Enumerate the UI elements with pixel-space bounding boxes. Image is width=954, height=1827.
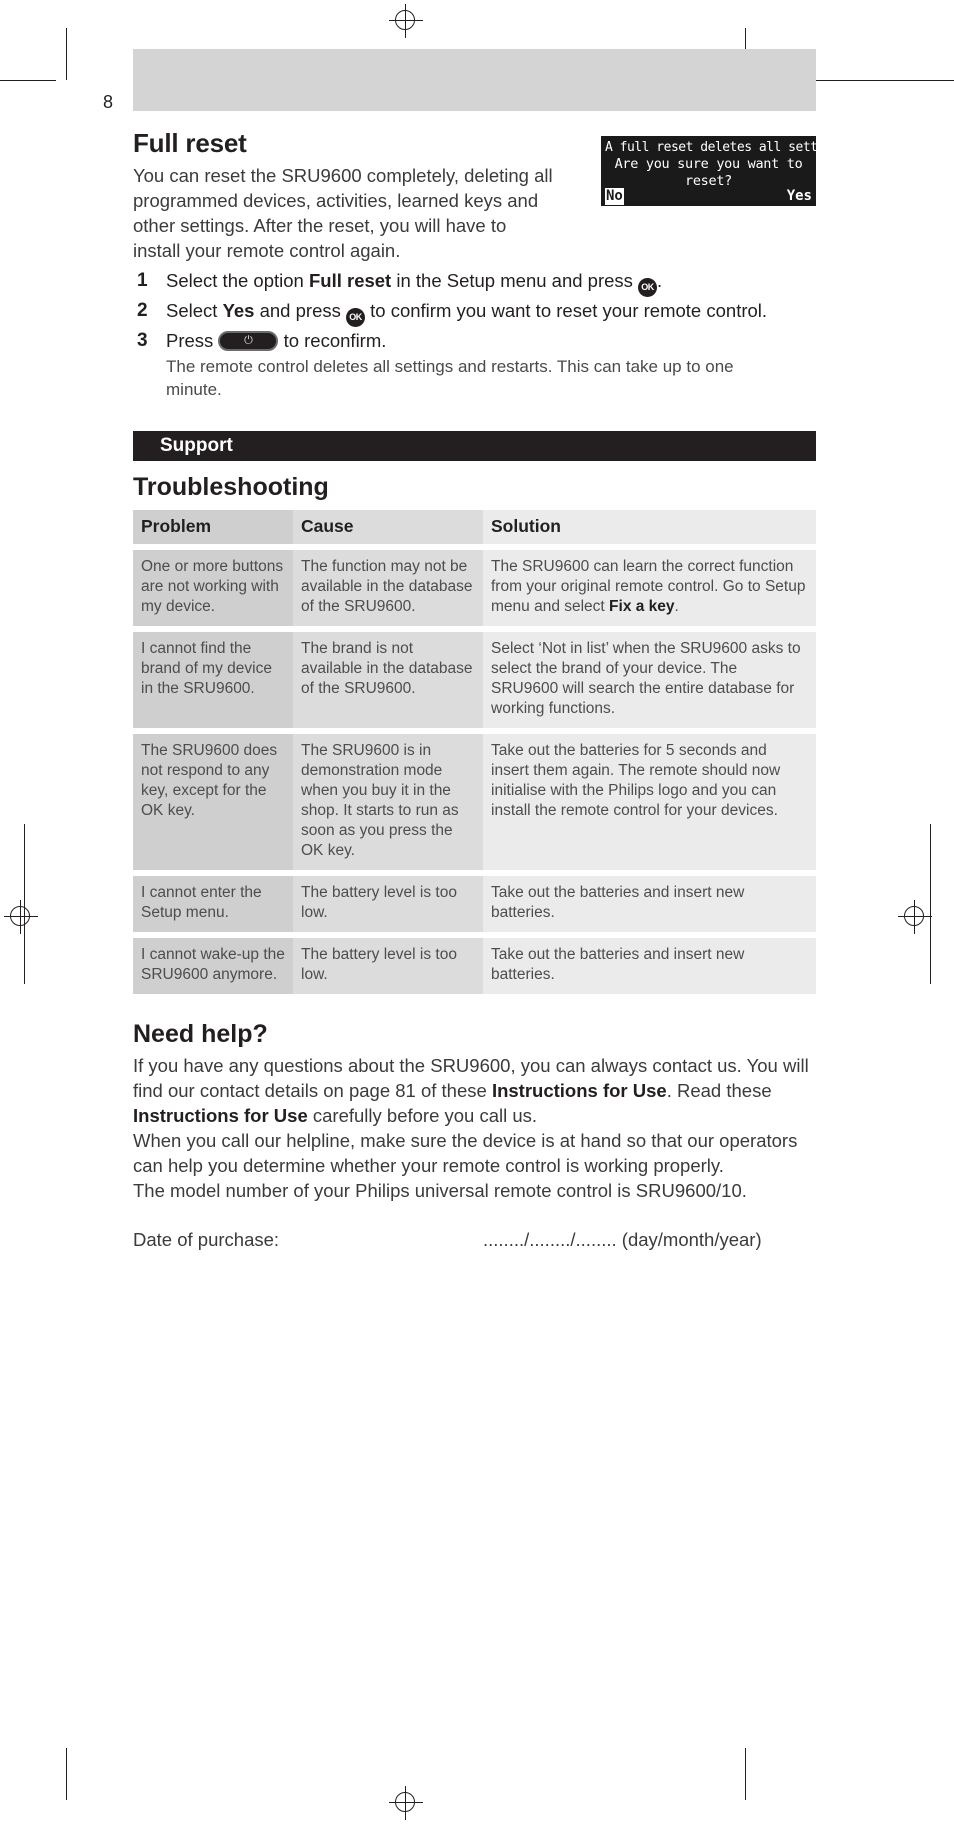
full-reset-steps: 1 Select the option Full reset in the Se… (133, 269, 816, 401)
registration-mark-top (389, 4, 423, 38)
troubleshooting-title: Troubleshooting (133, 473, 329, 501)
step-text-bold: Yes (222, 300, 255, 321)
cell-cause: The battery level is too low. (293, 876, 483, 932)
header-band (133, 49, 816, 111)
step-text-bold: Full reset (308, 270, 392, 291)
step-number: 2 (137, 300, 148, 321)
need-help-p1-bold1: Instructions for Use (491, 1080, 667, 1101)
column-header-solution: Solution (483, 510, 816, 544)
registration-mark-bottom (389, 1786, 423, 1820)
date-of-purchase-label: Date of purchase: (133, 1229, 280, 1250)
step-text-mid: in the Setup menu and press (391, 270, 639, 291)
crop-mark-top-left-v (66, 28, 67, 80)
step-text: Press ⏻ to reconfirm. (166, 330, 386, 351)
page-number: 8 (103, 92, 114, 112)
step-text-after: . (657, 270, 663, 291)
table-row: I cannot enter the Setup menu. The batte… (133, 876, 816, 932)
cell-problem: The SRU9600 does not respond to any key,… (133, 734, 293, 870)
cell-problem: I cannot find the brand of my device in … (133, 632, 293, 728)
fold-mark-right (930, 824, 931, 984)
step-text-before: Select (166, 300, 223, 321)
cell-cause: The SRU9600 is in demonstration mode whe… (293, 734, 483, 870)
step-text-mid: and press (254, 300, 346, 321)
crop-mark-bottom-left-v (66, 1748, 67, 1800)
step-text: Select Yes and press OK to confirm you w… (166, 300, 768, 327)
need-help-p1-c: carefully before you call us. (307, 1105, 538, 1126)
cell-problem: I cannot enter the Setup menu. (133, 876, 293, 932)
cell-solution: Take out the batteries and insert new ba… (483, 876, 816, 932)
step-text-before: Select the option (166, 270, 309, 291)
table-header-row: Problem Cause Solution (133, 510, 816, 544)
table-row: I cannot wake-up the SRU9600 anymore. Th… (133, 938, 816, 994)
date-of-purchase-value: ......../......../........ (day/month/ye… (483, 1229, 762, 1250)
date-of-purchase-row: Date of purchase: ......../......../....… (133, 1229, 816, 1251)
step-text-after: to reconfirm. (278, 330, 387, 351)
cell-solution: Select ‘Not in list’ when the SRU9600 as… (483, 632, 816, 728)
cell-solution: Take out the batteries and insert new ba… (483, 938, 816, 994)
need-help-paragraph-1: If you have any questions about the SRU9… (133, 1053, 816, 1128)
power-key-icon: ⏻ (218, 331, 279, 351)
column-header-cause: Cause (293, 510, 483, 544)
cell-solution: Take out the batteries for 5 seconds and… (483, 734, 816, 870)
cell-problem: I cannot wake-up the SRU9600 anymore. (133, 938, 293, 994)
cell-problem: One or more buttons are not working with… (133, 550, 293, 626)
registration-mark-right (898, 900, 932, 934)
step-item: 1 Select the option Full reset in the Se… (133, 269, 816, 297)
need-help-paragraph-3: The model number of your Philips univers… (133, 1180, 747, 1201)
cell-cause: The brand is not available in the databa… (293, 632, 483, 728)
cell-cause: The battery level is too low. (293, 938, 483, 994)
crop-mark-top-left-h (0, 80, 56, 81)
step-text-before: Press (166, 330, 219, 351)
need-help-p1-b: . Read these (666, 1080, 772, 1101)
page-title: Full reset (133, 128, 247, 158)
step-text: Select the option Full reset in the Setu… (166, 270, 663, 297)
table-row: One or more buttons are not working with… (133, 550, 816, 626)
column-header-problem: Problem (133, 510, 293, 544)
support-banner: Support (133, 431, 816, 461)
crop-mark-bottom-right-v (745, 1748, 746, 1800)
cell-solution-after: . (674, 598, 679, 615)
need-help-paragraph-2: When you call our helpline, make sure th… (133, 1130, 798, 1176)
step-number: 3 (137, 330, 148, 351)
cell-solution: The SRU9600 can learn the correct functi… (483, 550, 816, 626)
fold-mark-left (24, 824, 25, 984)
ok-key-icon: OK (638, 278, 658, 297)
cell-solution-bold: Fix a key (609, 598, 675, 615)
ok-key-icon: OK (346, 308, 365, 327)
step-item: 3 Press ⏻ to reconfirm. (133, 329, 816, 353)
step-text-after: to confirm you want to reset your remote… (365, 300, 768, 321)
need-help-title: Need help? (133, 1020, 268, 1048)
support-banner-label: Support (160, 435, 233, 456)
cell-cause: The function may not be available in the… (293, 550, 483, 626)
step-note: The remote control deletes all settings … (166, 357, 734, 399)
manual-page: 8 A full reset deletes all settings Are … (0, 0, 954, 1827)
table-row: The SRU9600 does not respond to any key,… (133, 734, 816, 870)
table-row: I cannot find the brand of my device in … (133, 632, 816, 728)
page-content: Full reset You can reset the SRU9600 com… (133, 128, 816, 1251)
full-reset-intro: You can reset the SRU9600 completely, de… (133, 165, 553, 261)
step-item: 2 Select Yes and press OK to confirm you… (133, 299, 816, 327)
troubleshooting-table: Problem Cause Solution One or more butto… (133, 510, 816, 994)
step-number: 1 (137, 270, 148, 291)
registration-mark-left (4, 900, 38, 934)
need-help-p1-bold2: Instructions for Use (133, 1105, 308, 1126)
